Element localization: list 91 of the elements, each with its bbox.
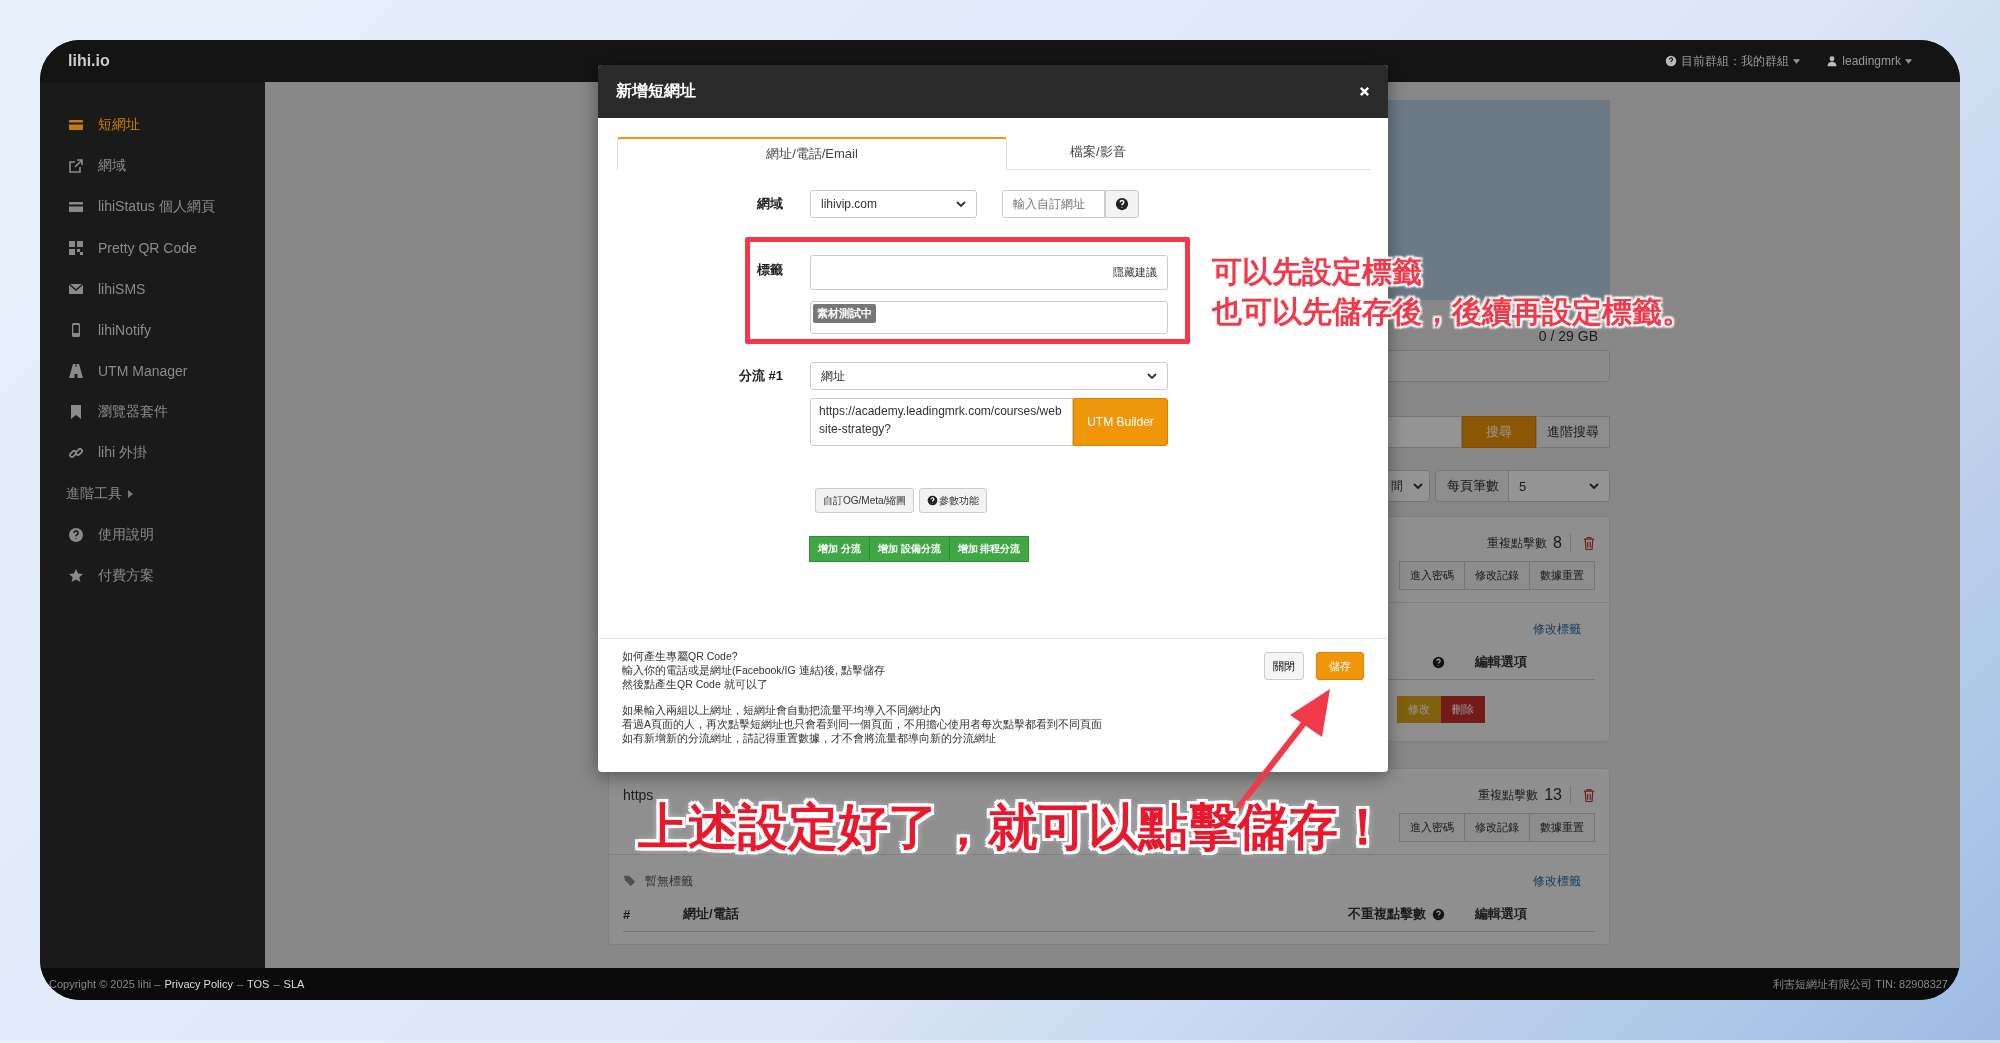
card-action-button[interactable]: 進入密碼	[1399, 561, 1465, 590]
star-icon	[68, 567, 84, 584]
tag-label: 暫無標籤	[645, 872, 693, 890]
card-action-button[interactable]: 數據重置	[1529, 813, 1595, 842]
per-page-label: 每頁筆數	[1435, 470, 1511, 502]
sidebar-item[interactable]: lihi 外掛	[40, 432, 265, 473]
tag-field[interactable]	[810, 301, 1168, 334]
column-header: 不重複點擊數	[1348, 905, 1426, 923]
tab[interactable]: 網址/電話/Email	[617, 137, 1007, 170]
chevron-down-icon	[1147, 373, 1157, 379]
url-type-select[interactable]: 網址	[810, 362, 1168, 390]
help-icon[interactable]	[1432, 907, 1445, 921]
copyright-text: Copyright © 2025 lihi –	[49, 978, 161, 990]
close-icon[interactable]	[1359, 86, 1370, 97]
sidebar-item[interactable]: lihiSMS	[40, 268, 265, 309]
external-link-icon	[68, 157, 84, 174]
edit-tags-link[interactable]: 修改標籤	[1533, 872, 1581, 890]
repeat-clicks-label: 重複點擊數	[1478, 786, 1539, 804]
field-label: 分流 #1	[737, 367, 784, 385]
bookmark-icon	[68, 403, 84, 420]
storage-usage: 0 / 29 GB	[1537, 328, 1599, 344]
sidebar-section[interactable]: 進階工具	[40, 473, 265, 514]
card-action-button[interactable]: 修改記錄	[1464, 561, 1530, 590]
card-action-button[interactable]: 進入密碼	[1399, 813, 1465, 842]
help-icon	[68, 526, 84, 543]
close-button[interactable]: 關閉	[1264, 652, 1304, 680]
tags-icon	[623, 875, 637, 887]
footer-link[interactable]: TOS	[247, 978, 270, 990]
footer-link[interactable]: Privacy Policy	[164, 978, 233, 990]
domain-select[interactable]: lihivip.com	[810, 190, 977, 218]
card-action-button[interactable]: 數據重置	[1529, 561, 1595, 590]
sidebar-item[interactable]: lihiStatus 個人網頁	[40, 186, 265, 227]
repeat-clicks-label: 重複點擊數	[1487, 534, 1548, 552]
advanced-search-button[interactable]: 進階搜尋	[1536, 416, 1610, 448]
column-header: 編輯選項	[1475, 653, 1527, 671]
url-field[interactable]: https://academy.leadingmrk.com/courses/website-strategy?	[810, 398, 1073, 446]
chevron-right-icon	[128, 489, 133, 498]
company-info: 利害短網址有限公司 TIN: 82908327	[1773, 976, 1948, 992]
sidebar-item[interactable]: 使用說明	[40, 514, 265, 555]
sidebar-item[interactable]: 短網址	[40, 104, 265, 145]
repeat-clicks-count: 13	[1544, 786, 1571, 804]
help-paragraph: 如果輸入兩組以上網址，短網址會自動把流量平均導入不同網址內 看過A頁面的人，再次點擊短網址也只會看到同一個頁面，不用擔心使用者每次點擊都看到不同頁面 如有新增新的分流網址，請記得重置數據，才不會將流量都導向新的分流網址	[622, 703, 1103, 745]
user-menu[interactable]: leadingmrk	[1826, 52, 1912, 70]
trash-icon[interactable]	[1583, 535, 1595, 551]
hide-suggestions-link[interactable]: 隱藏建議	[1113, 265, 1157, 280]
chevron-down-icon	[1589, 483, 1599, 489]
add-split-button[interactable]: 增加 分流	[809, 536, 870, 562]
edit-tags-link[interactable]: 修改標籤	[1533, 620, 1581, 638]
column-header: 網址/電話	[683, 905, 739, 923]
qr-code-icon	[68, 239, 84, 256]
field-label: 網域	[756, 195, 784, 213]
user-icon	[1826, 55, 1839, 67]
separator-text: –	[236, 978, 244, 990]
sidebar-item[interactable]: UTM Manager	[40, 350, 265, 391]
column-header: 編輯選項	[1475, 905, 1527, 923]
option-button[interactable]: 自訂OG/Meta/縮圖	[815, 488, 915, 513]
chevron-down-icon	[1413, 483, 1423, 489]
row-action-button[interactable]: 刪除	[1441, 696, 1485, 723]
option-button[interactable]: 參數功能	[919, 488, 988, 513]
sidebar-item[interactable]: 網域	[40, 145, 265, 186]
tag-search-field[interactable]: 隱藏建議	[810, 255, 1168, 290]
tag-chip[interactable]: 素材測試中	[813, 304, 876, 323]
road-icon	[68, 362, 84, 379]
add-split-button[interactable]: 增加 設備分流	[868, 536, 950, 562]
help-icon	[927, 495, 939, 506]
trash-icon[interactable]	[1583, 787, 1595, 803]
dialog-title: 新增短網址	[616, 81, 696, 101]
card-action-button[interactable]: 修改記錄	[1464, 813, 1530, 842]
caret-icon	[1793, 58, 1801, 64]
help-paragraph: 如何產生專屬QR Code? 輸入你的電話或是網址(Facebook/IG 連結)後, 點擊儲存 然後點產生QR Code 就可以了	[622, 649, 886, 691]
help-icon	[1115, 197, 1129, 211]
per-page-select[interactable]: 5	[1508, 470, 1610, 502]
help-icon[interactable]	[1432, 655, 1445, 669]
footer-link[interactable]: SLA	[283, 978, 305, 990]
group-menu[interactable]: 目前群組：我的群組	[1665, 52, 1801, 70]
chevron-down-icon	[956, 201, 966, 207]
sidebar-item[interactable]: 付費方案	[40, 555, 265, 596]
separator-text: –	[273, 978, 280, 990]
help-icon	[1665, 55, 1678, 67]
sidebar-item[interactable]: 瀏覽器套件	[40, 391, 265, 432]
add-split-button[interactable]: 增加 排程分流	[948, 536, 1030, 562]
sidebar-item[interactable]: lihiNotify	[40, 309, 265, 350]
logo[interactable]: lihi.io	[68, 52, 110, 70]
repeat-clicks-count: 8	[1553, 534, 1571, 552]
help-button[interactable]	[1105, 190, 1139, 218]
custom-url-field[interactable]: 輸入自訂網址	[1002, 190, 1105, 218]
caret-icon	[1905, 58, 1912, 64]
sidebar-item[interactable]: Pretty QR Code	[40, 227, 265, 268]
tab[interactable]: 檔案/影音	[1007, 137, 1189, 170]
field-label: 標籤	[755, 261, 784, 279]
column-header: #	[623, 906, 631, 922]
